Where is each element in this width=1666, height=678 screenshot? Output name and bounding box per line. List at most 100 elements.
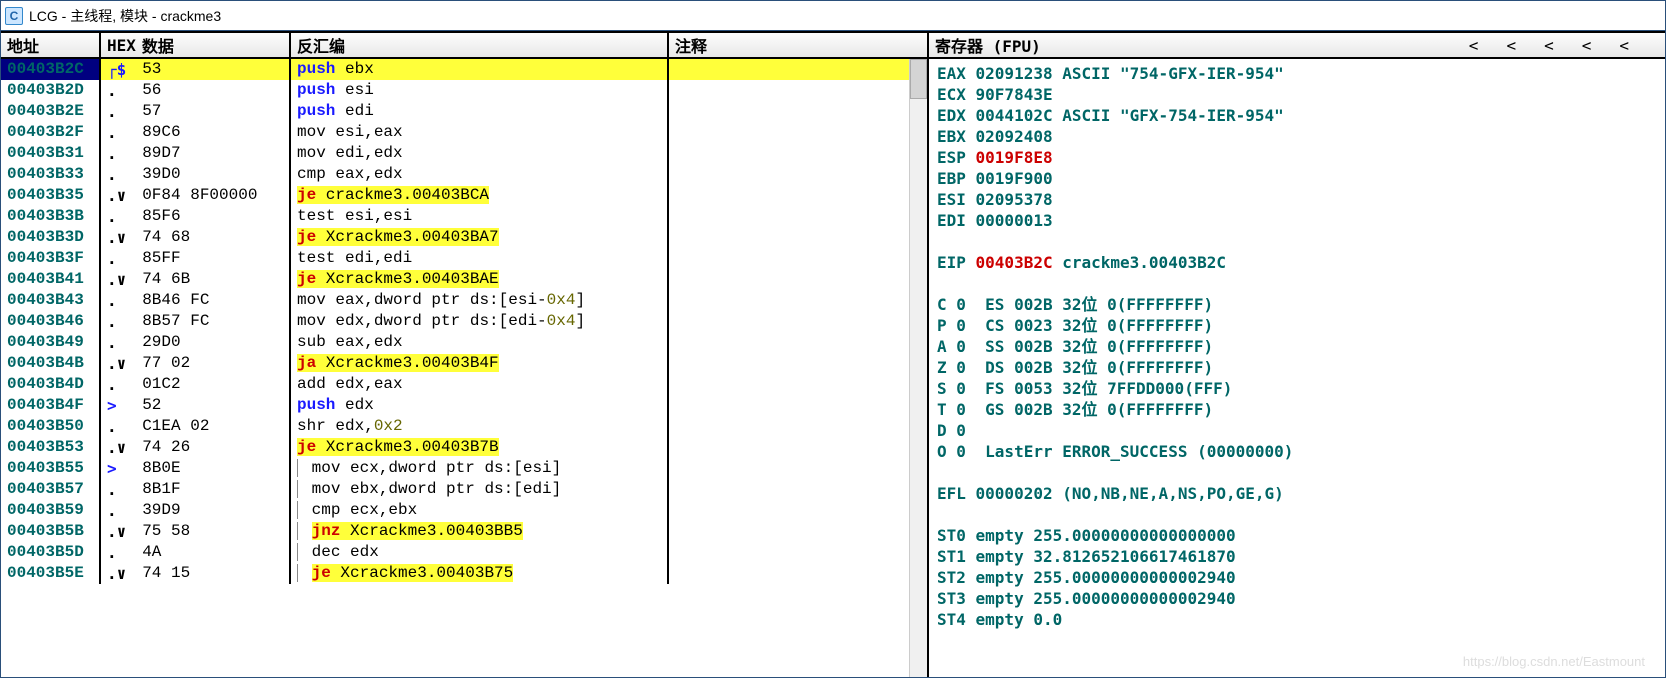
addr-cell[interactable]: 00403B5B bbox=[1, 521, 101, 542]
hex-cell[interactable]: . 57 bbox=[101, 101, 291, 122]
disasm-row[interactable]: 00403B4F> 52push edx bbox=[1, 395, 909, 416]
disasm-row[interactable]: 00403B5D. 4A dec edx bbox=[1, 542, 909, 563]
comment-cell[interactable] bbox=[669, 290, 909, 311]
hex-cell[interactable]: .∨ 74 15 bbox=[101, 563, 291, 584]
disasm-row[interactable]: 00403B31. 89D7mov edi,edx bbox=[1, 143, 909, 164]
disasm-row[interactable]: 00403B33. 39D0cmp eax,edx bbox=[1, 164, 909, 185]
addr-cell[interactable]: 00403B4D bbox=[1, 374, 101, 395]
comment-cell[interactable] bbox=[669, 80, 909, 101]
disasm-row[interactable]: 00403B50. C1EA 02shr edx,0x2 bbox=[1, 416, 909, 437]
disasm-row[interactable]: 00403B3F. 85FFtest edi,edi bbox=[1, 248, 909, 269]
disasm-row[interactable]: 00403B35.∨ 0F84 8F00000je crackme3.00403… bbox=[1, 185, 909, 206]
addr-cell[interactable]: 00403B2D bbox=[1, 80, 101, 101]
comment-cell[interactable] bbox=[669, 437, 909, 458]
disasm-cell[interactable]: je Xcrackme3.00403BA7 bbox=[291, 227, 669, 248]
hex-cell[interactable]: > 52 bbox=[101, 395, 291, 416]
comment-cell[interactable] bbox=[669, 122, 909, 143]
hex-cell[interactable]: .∨ 0F84 8F00000 bbox=[101, 185, 291, 206]
disasm-cell[interactable]: test edi,edi bbox=[291, 248, 669, 269]
addr-cell[interactable]: 00403B53 bbox=[1, 437, 101, 458]
registers-chevrons[interactable]: < < < < < bbox=[1469, 36, 1659, 55]
disasm-cell[interactable]: push edi bbox=[291, 101, 669, 122]
hex-cell[interactable]: . 29D0 bbox=[101, 332, 291, 353]
addr-cell[interactable]: 00403B31 bbox=[1, 143, 101, 164]
disasm-cell[interactable]: add edx,eax bbox=[291, 374, 669, 395]
hex-cell[interactable]: . 89C6 bbox=[101, 122, 291, 143]
scrollbar-thumb[interactable] bbox=[910, 59, 927, 99]
disasm-cell[interactable]: mov esi,eax bbox=[291, 122, 669, 143]
hex-cell[interactable]: .∨ 74 68 bbox=[101, 227, 291, 248]
disasm-row[interactable]: 00403B41.∨ 74 6Bje Xcrackme3.00403BAE bbox=[1, 269, 909, 290]
col-header-comment[interactable]: 注释 bbox=[669, 33, 927, 57]
addr-cell[interactable]: 00403B2F bbox=[1, 122, 101, 143]
comment-cell[interactable] bbox=[669, 269, 909, 290]
disasm-cell[interactable]: test esi,esi bbox=[291, 206, 669, 227]
hex-cell[interactable]: . C1EA 02 bbox=[101, 416, 291, 437]
disasm-row[interactable]: 00403B43. 8B46 FCmov eax,dword ptr ds:[e… bbox=[1, 290, 909, 311]
disasm-row[interactable]: 00403B4B.∨ 77 02ja Xcrackme3.00403B4F bbox=[1, 353, 909, 374]
disasm-cell[interactable]: push esi bbox=[291, 80, 669, 101]
disasm-cell[interactable]: je Xcrackme3.00403BAE bbox=[291, 269, 669, 290]
col-header-hex[interactable]: HEX 数据 bbox=[101, 33, 291, 57]
addr-cell[interactable]: 00403B5D bbox=[1, 542, 101, 563]
hex-cell[interactable]: . 56 bbox=[101, 80, 291, 101]
disasm-cell[interactable]: mov ecx,dword ptr ds:[esi] bbox=[291, 458, 669, 479]
disasm-row[interactable]: 00403B55> 8B0E mov ecx,dword ptr ds:[esi… bbox=[1, 458, 909, 479]
comment-cell[interactable] bbox=[669, 416, 909, 437]
disasm-cell[interactable]: dec edx bbox=[291, 542, 669, 563]
addr-cell[interactable]: 00403B46 bbox=[1, 311, 101, 332]
comment-cell[interactable] bbox=[669, 227, 909, 248]
addr-cell[interactable]: 00403B4F bbox=[1, 395, 101, 416]
disasm-cell[interactable]: push edx bbox=[291, 395, 669, 416]
disasm-row[interactable]: 00403B57. 8B1F mov ebx,dword ptr ds:[edi… bbox=[1, 479, 909, 500]
comment-cell[interactable] bbox=[669, 332, 909, 353]
hex-cell[interactable]: .∨ 74 6B bbox=[101, 269, 291, 290]
chevron-left-icon[interactable]: < bbox=[1544, 36, 1554, 55]
disasm-cell[interactable]: je crackme3.00403BCA bbox=[291, 185, 669, 206]
comment-cell[interactable] bbox=[669, 248, 909, 269]
hex-cell[interactable]: .∨ 74 26 bbox=[101, 437, 291, 458]
comment-cell[interactable] bbox=[669, 542, 909, 563]
addr-cell[interactable]: 00403B49 bbox=[1, 332, 101, 353]
hex-cell[interactable]: . 89D7 bbox=[101, 143, 291, 164]
comment-cell[interactable] bbox=[669, 353, 909, 374]
hex-cell[interactable]: . 4A bbox=[101, 542, 291, 563]
disasm-cell[interactable]: mov ebx,dword ptr ds:[edi] bbox=[291, 479, 669, 500]
addr-cell[interactable]: 00403B57 bbox=[1, 479, 101, 500]
disasm-cell[interactable]: ja Xcrackme3.00403B4F bbox=[291, 353, 669, 374]
disasm-row[interactable]: 00403B2C┌$ 53push ebx bbox=[1, 59, 909, 80]
comment-cell[interactable] bbox=[669, 500, 909, 521]
chevron-left-icon[interactable]: < bbox=[1506, 36, 1516, 55]
addr-cell[interactable]: 00403B35 bbox=[1, 185, 101, 206]
titlebar[interactable]: C LCG - 主线程, 模块 - crackme3 bbox=[1, 1, 1665, 31]
hex-cell[interactable]: .∨ 75 58 bbox=[101, 521, 291, 542]
disasm-cell[interactable]: je Xcrackme3.00403B7B bbox=[291, 437, 669, 458]
registers-header[interactable]: 寄存器 (FPU) < < < < < bbox=[929, 33, 1665, 59]
hex-cell[interactable]: > 8B0E bbox=[101, 458, 291, 479]
disasm-row[interactable]: 00403B4D. 01C2add edx,eax bbox=[1, 374, 909, 395]
addr-cell[interactable]: 00403B2C bbox=[1, 59, 101, 80]
comment-cell[interactable] bbox=[669, 563, 909, 584]
disasm-cell[interactable]: mov eax,dword ptr ds:[esi-0x4] bbox=[291, 290, 669, 311]
disasm-row[interactable]: 00403B46. 8B57 FCmov edx,dword ptr ds:[e… bbox=[1, 311, 909, 332]
comment-cell[interactable] bbox=[669, 521, 909, 542]
comment-cell[interactable] bbox=[669, 59, 909, 80]
addr-cell[interactable]: 00403B50 bbox=[1, 416, 101, 437]
disasm-rows[interactable]: 00403B2C┌$ 53push ebx00403B2D. 56push es… bbox=[1, 59, 909, 677]
hex-cell[interactable]: . 85FF bbox=[101, 248, 291, 269]
disasm-cell[interactable]: jnz Xcrackme3.00403BB5 bbox=[291, 521, 669, 542]
vertical-scrollbar[interactable] bbox=[909, 59, 927, 677]
addr-cell[interactable]: 00403B41 bbox=[1, 269, 101, 290]
disasm-cell[interactable]: cmp eax,edx bbox=[291, 164, 669, 185]
hex-cell[interactable]: . 85F6 bbox=[101, 206, 291, 227]
disasm-row[interactable]: 00403B3D.∨ 74 68je Xcrackme3.00403BA7 bbox=[1, 227, 909, 248]
comment-cell[interactable] bbox=[669, 374, 909, 395]
hex-cell[interactable]: . 8B46 FC bbox=[101, 290, 291, 311]
addr-cell[interactable]: 00403B43 bbox=[1, 290, 101, 311]
addr-cell[interactable]: 00403B55 bbox=[1, 458, 101, 479]
disasm-row[interactable]: 00403B53.∨ 74 26je Xcrackme3.00403B7B bbox=[1, 437, 909, 458]
addr-cell[interactable]: 00403B2E bbox=[1, 101, 101, 122]
hex-cell[interactable]: ┌$ 53 bbox=[101, 59, 291, 80]
disasm-row[interactable]: 00403B3B. 85F6test esi,esi bbox=[1, 206, 909, 227]
disasm-cell[interactable]: mov edi,edx bbox=[291, 143, 669, 164]
